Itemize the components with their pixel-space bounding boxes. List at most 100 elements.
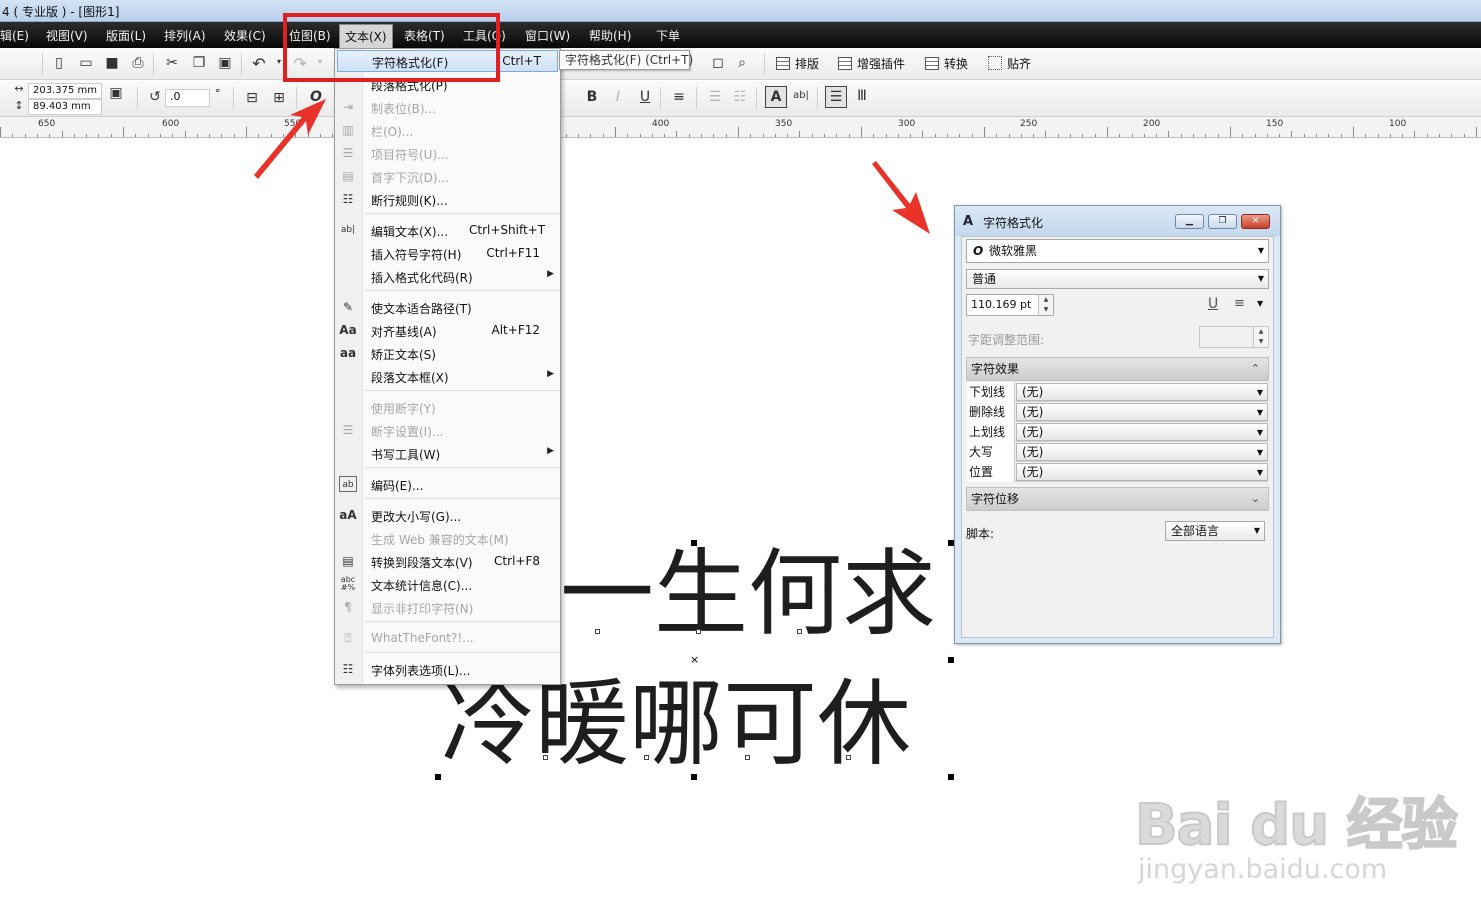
minimize-icon[interactable]: ▁ xyxy=(1175,214,1204,229)
vertical-text-icon[interactable]: Ⅲ xyxy=(853,88,871,104)
menu-item-show-nonprinting[interactable]: ¶ 显示非打印字符(N) xyxy=(335,596,560,618)
effect-value-select[interactable]: (无) ▼ xyxy=(1016,463,1268,481)
close-icon[interactable]: ✕ xyxy=(1241,214,1270,229)
menu-arrange[interactable]: 排列(A) xyxy=(164,27,206,44)
spinner-icon[interactable]: ▲ ▼ xyxy=(1038,295,1053,315)
menu-item-hyphenation-settings[interactable]: ☰ 断字设置(I)... xyxy=(335,419,560,441)
rotation-center-marker[interactable]: × xyxy=(690,653,699,666)
menu-layout[interactable]: 版面(L) xyxy=(106,27,146,44)
zoom-fit-icon[interactable]: ◻ xyxy=(709,55,727,71)
font-name-select[interactable]: O 微软雅黑 ▼ xyxy=(966,239,1269,263)
menu-item-label: 断字设置(I)... xyxy=(371,425,444,439)
menu-window[interactable]: 窗口(W) xyxy=(525,27,570,44)
undo-icon[interactable]: ↶ xyxy=(250,54,268,73)
character-effects-header[interactable]: 字符效果 ⌃ xyxy=(966,357,1269,381)
selection-handle-bottom-right[interactable] xyxy=(948,774,954,780)
spinner-icon[interactable]: ▲ ▼ xyxy=(1253,327,1268,347)
character-node[interactable] xyxy=(745,755,750,760)
convert-button[interactable]: 转换 xyxy=(925,55,968,72)
selection-handle-bottom[interactable] xyxy=(691,774,697,780)
effect-value-select[interactable]: (无) ▼ xyxy=(1016,383,1268,401)
script-select[interactable]: 全部语言 ▼ xyxy=(1165,521,1265,541)
menu-item-insert-format-code[interactable]: 插入格式化代码(R) ▶ xyxy=(335,265,560,287)
menu-item-columns[interactable]: ▥ 栏(O)... xyxy=(335,119,560,141)
ruler-tick xyxy=(1168,131,1169,137)
restore-icon[interactable]: ❐ xyxy=(1208,214,1237,229)
open-folder-icon[interactable]: ▭ xyxy=(77,55,95,71)
menu-item-dropcap[interactable]: ▤ 首字下沉(D)... xyxy=(335,165,560,187)
underline-icon[interactable]: U xyxy=(1208,296,1218,312)
bullet-list-icon[interactable]: ☰ xyxy=(706,89,724,105)
font-size-field[interactable]: 110.169 pt ▲ ▼ xyxy=(966,294,1054,316)
effect-value-select[interactable]: (无) ▼ xyxy=(1016,403,1268,421)
width-field[interactable]: 203.375 mm xyxy=(28,83,102,99)
canvas-text-line-2[interactable]: 冷暖哪可休 xyxy=(441,678,911,772)
italic-icon[interactable]: I xyxy=(609,89,627,105)
selection-handle-right[interactable] xyxy=(948,657,954,663)
character-node[interactable] xyxy=(696,629,701,634)
menu-edit[interactable]: 辑(E) xyxy=(0,27,29,44)
horizontal-text-icon[interactable]: ☰ xyxy=(825,86,847,108)
menu-item-web-compatible[interactable]: 生成 Web 兼容的文本(M) xyxy=(335,527,560,549)
menu-item-bullets[interactable]: ☰ 项目符号(U)... xyxy=(335,142,560,164)
menu-effects[interactable]: 效果(C) xyxy=(224,27,266,44)
zoom-page-icon[interactable]: ⌕ xyxy=(733,55,751,71)
submenu-arrow-icon: ▶ xyxy=(547,269,554,279)
typeset-button[interactable]: 排版 xyxy=(776,55,819,72)
ruler-tick xyxy=(812,134,813,137)
character-node[interactable] xyxy=(644,755,649,760)
menu-item-whatthefont[interactable]: ⍰ WhatTheFont?!... xyxy=(335,627,560,649)
menu-item-fit-text-to-path[interactable]: ✎ 使文本适合路径(T) xyxy=(335,296,560,318)
menu-item-straighten-text[interactable]: aa 矫正文本(S) xyxy=(335,342,560,364)
canvas-text-line-1[interactable]: 一生何求 xyxy=(560,548,936,642)
menu-item-line-break-rules[interactable]: ☷ 断行规则(K)... xyxy=(335,188,560,210)
chevron-down-icon[interactable]: ▼ xyxy=(1257,299,1263,308)
font-style-select[interactable]: 普通 ▼ xyxy=(966,269,1269,289)
text-align-icon[interactable]: ≡ xyxy=(670,89,688,105)
menu-item-label: 字体列表选项(L)... xyxy=(371,664,471,678)
paste-icon[interactable]: ▣ xyxy=(216,55,234,71)
menu-item-align-baseline[interactable]: Aa 对齐基线(A) Alt+F12 xyxy=(335,319,560,341)
kerning-field[interactable]: ▲ ▼ xyxy=(1199,326,1269,348)
edit-text-icon[interactable]: ab| xyxy=(792,90,810,101)
ruler-tick xyxy=(1255,134,1256,137)
menu-item-paragraph-text-frame[interactable]: 段落文本框(X) ▶ xyxy=(335,365,560,387)
new-document-icon[interactable]: ▯ xyxy=(50,55,68,71)
dropcap-icon[interactable]: ☷ xyxy=(731,89,749,105)
underline-icon[interactable]: U xyxy=(636,89,654,105)
enhance-plugin-button[interactable]: 增强插件 xyxy=(838,55,905,72)
menu-item-use-hyphenation[interactable]: 使用断字(Y) xyxy=(335,396,560,418)
menu-help[interactable]: 帮助(H) xyxy=(589,27,631,44)
height-field[interactable]: 89.403 mm xyxy=(28,99,102,115)
snap-button[interactable]: 贴齐 xyxy=(988,55,1031,72)
menu-order[interactable]: 下单 xyxy=(656,27,680,44)
selection-handle-bottom-left[interactable] xyxy=(435,774,441,780)
menu-view[interactable]: 视图(V) xyxy=(46,27,88,44)
menu-item-text-statistics[interactable]: abc #% 文本统计信息(C)... xyxy=(335,573,560,595)
menu-item-encode[interactable]: ab 编码(E)... xyxy=(335,473,560,495)
copy-icon[interactable]: ❐ xyxy=(190,55,208,71)
align-icon[interactable]: ≡ xyxy=(1234,296,1245,311)
menu-item-convert-to-paragraph[interactable]: ▤ 转换到段落文本(V) Ctrl+F8 xyxy=(335,550,560,572)
menu-item-font-list-options[interactable]: ☷ 字体列表选项(L)... xyxy=(335,658,560,680)
character-shift-header[interactable]: 字符位移 ⌄ xyxy=(966,487,1269,511)
menu-item-change-case[interactable]: aA 更改大小写(G)... xyxy=(335,504,560,526)
effect-value-select[interactable]: (无) ▼ xyxy=(1016,423,1268,441)
effect-value-select[interactable]: (无) ▼ xyxy=(1016,443,1268,461)
menu-item-tabs[interactable]: ⇥ 制表位(B)... xyxy=(335,96,560,118)
save-icon[interactable]: ■ xyxy=(103,55,121,71)
selection-handle-top[interactable] xyxy=(691,540,697,546)
character-node[interactable] xyxy=(543,755,548,760)
character-node[interactable] xyxy=(846,755,851,760)
menu-item-insert-symbol[interactable]: 插入符号字符(H) Ctrl+F11 xyxy=(335,242,560,264)
menu-item-writing-tools[interactable]: 书写工具(W) ▶ xyxy=(335,442,560,464)
menu-item-edit-text[interactable]: ab| 编辑文本(X)... Ctrl+Shift+T xyxy=(335,219,560,241)
character-format-icon[interactable]: A xyxy=(765,86,787,108)
lock-ratio-icon[interactable]: ▣ xyxy=(107,85,125,101)
character-node[interactable] xyxy=(797,629,802,634)
print-icon[interactable]: ⎙ xyxy=(129,55,147,71)
rotation-field[interactable]: .0 xyxy=(165,89,210,107)
cut-icon[interactable]: ✂ xyxy=(163,55,181,71)
bold-icon[interactable]: B xyxy=(583,89,601,105)
character-node[interactable] xyxy=(595,629,600,634)
